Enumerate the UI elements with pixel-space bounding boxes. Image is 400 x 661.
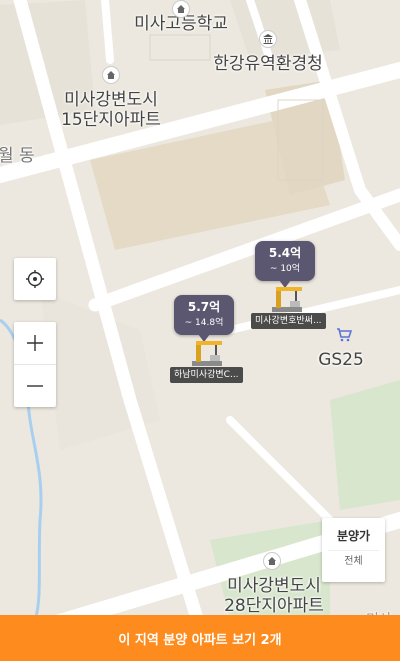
zoom-in-button[interactable]: [14, 322, 56, 365]
map-label-wol-dong: 월 동: [0, 146, 35, 166]
plus-icon: [27, 335, 43, 351]
price-bubble[interactable]: 5.7억 ~ 14.8억: [174, 295, 234, 342]
price-filter-value[interactable]: 전체: [322, 555, 385, 569]
price-bubble-price: 5.4억: [268, 246, 302, 260]
price-filter-title: 분양가: [336, 529, 371, 543]
listing-name-tag[interactable]: 하남미사강변C...: [170, 367, 243, 383]
home-icon[interactable]: [263, 552, 281, 570]
map-label-complex-28-line1[interactable]: 미사강변도시: [227, 576, 321, 596]
park-area-right: [330, 380, 400, 510]
home-icon[interactable]: [102, 66, 120, 84]
price-bubble-price: 5.7억: [187, 300, 221, 314]
crosshair-icon: [26, 270, 44, 288]
map-label-complex-28-line2[interactable]: 28단지아파트: [224, 596, 324, 616]
price-bubble[interactable]: 5.4억 ~ 10억: [255, 241, 315, 288]
current-location-button[interactable]: [14, 258, 56, 300]
zoom-control: [14, 322, 56, 407]
map-label-complex-15-line1[interactable]: 미사강변도시: [64, 90, 158, 110]
government-building-icon[interactable]: [259, 30, 277, 48]
map-label-complex-15-line2[interactable]: 15단지아파트: [61, 110, 161, 130]
price-filter-panel[interactable]: 분양가 전체: [322, 518, 385, 582]
locate-control[interactable]: [14, 258, 56, 300]
road-small-left: [101, 0, 114, 64]
school-icon[interactable]: [172, 0, 190, 18]
minus-icon: [27, 385, 43, 387]
construction-crane-icon[interactable]: [268, 283, 306, 313]
view-apartments-button[interactable]: 이 지역 분양 아파트 보기 2개: [0, 615, 400, 661]
price-bubble-range: ~ 14.8억: [184, 318, 224, 328]
listing-name-tag[interactable]: 미사강변호반써...: [251, 313, 326, 329]
shopping-cart-icon[interactable]: [335, 326, 353, 344]
price-bubble-range: ~ 10억: [269, 264, 301, 274]
map-label-gs25[interactable]: GS25: [318, 350, 364, 370]
zoom-out-button[interactable]: [14, 365, 56, 407]
divider: [328, 550, 379, 551]
map-label-hangang-env[interactable]: 한강유역환경청: [213, 54, 322, 74]
construction-crane-icon[interactable]: [188, 337, 226, 367]
